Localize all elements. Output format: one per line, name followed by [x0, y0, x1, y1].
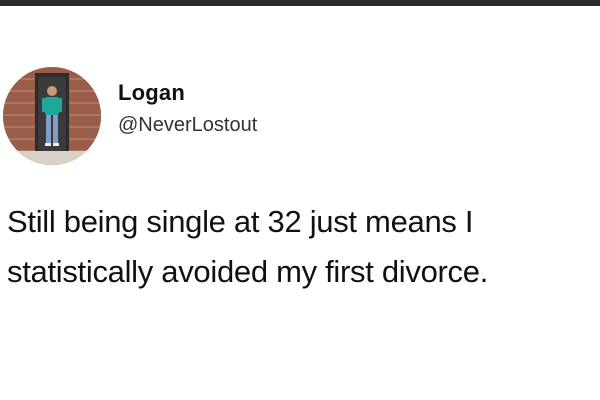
tweet-text-line: statistically avoided my first divorce. — [7, 254, 489, 289]
avatar[interactable] — [3, 67, 101, 165]
tweet-card: Logan @NeverLostout Still being single a… — [0, 0, 600, 400]
tweet-text: Still being single at 32 just means I st… — [7, 197, 597, 297]
author-display-name[interactable]: Logan — [118, 80, 185, 106]
tweet-text-line: Still being single at 32 just means I — [7, 204, 474, 239]
user-avatar-photo-icon — [3, 67, 101, 165]
author-handle[interactable]: @NeverLostout — [118, 114, 257, 137]
